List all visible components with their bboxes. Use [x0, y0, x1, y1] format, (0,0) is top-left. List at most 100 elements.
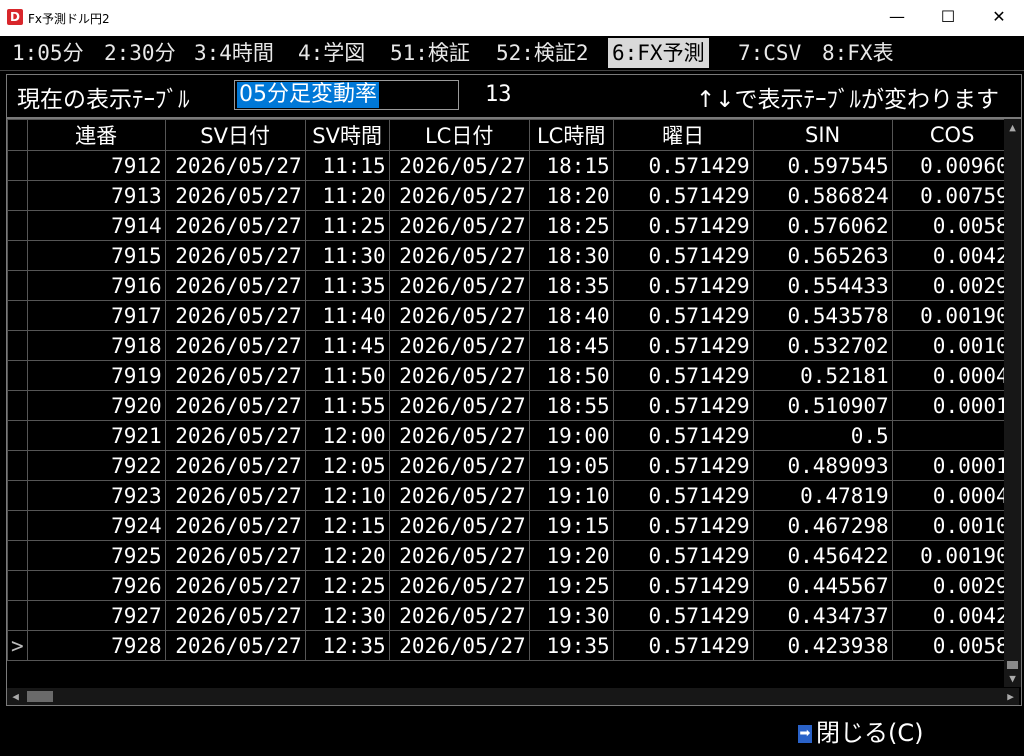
cell-sin[interactable]: 0.576062: [752, 210, 893, 241]
cell-lc-time[interactable]: 18:20: [528, 180, 614, 211]
cell-sv-time[interactable]: 11:40: [304, 300, 390, 331]
column-header-cos[interactable]: COS: [891, 119, 1013, 151]
cell-cos[interactable]: 0.0058: [891, 630, 1013, 661]
cell-weekday[interactable]: 0.571429: [612, 210, 754, 241]
tab-verify2[interactable]: 52:検証2: [492, 38, 593, 68]
cell-cos[interactable]: 0.00190: [891, 540, 1013, 571]
cell-lc-time[interactable]: 18:50: [528, 360, 614, 391]
table-row[interactable]: 7919 2026/05/27 11:50 2026/05/27 18:50 0.5714…: [7, 360, 1013, 391]
column-header-sv-time[interactable]: SV時間: [304, 119, 390, 151]
cell-serial[interactable]: 7923: [26, 480, 166, 511]
cell-sv-time[interactable]: 11:20: [304, 180, 390, 211]
maximize-button[interactable]: ☐: [925, 0, 971, 36]
cell-cos[interactable]: 0.0058: [891, 210, 1013, 241]
cell-cos[interactable]: 0.0001: [891, 450, 1013, 481]
cell-lc-time[interactable]: 18:40: [528, 300, 614, 331]
cell-sv-time[interactable]: 11:25: [304, 210, 390, 241]
cell-lc-time[interactable]: 19:35: [528, 630, 614, 661]
cell-serial[interactable]: 7919: [26, 360, 166, 391]
cell-weekday[interactable]: 0.571429: [612, 540, 754, 571]
cell-sin[interactable]: 0.510907: [752, 390, 893, 421]
cell-weekday[interactable]: 0.571429: [612, 300, 754, 331]
table-row[interactable]: 7913 2026/05/27 11:20 2026/05/27 18:20 0.5714…: [7, 180, 1013, 211]
cell-sin[interactable]: 0.597545: [752, 150, 893, 181]
cell-lc-date[interactable]: 2026/05/27: [388, 540, 530, 571]
cell-sin[interactable]: 0.445567: [752, 570, 893, 601]
cell-lc-time[interactable]: 18:25: [528, 210, 614, 241]
cell-lc-date[interactable]: 2026/05/27: [388, 390, 530, 421]
cell-lc-date[interactable]: 2026/05/27: [388, 450, 530, 481]
tab-csv[interactable]: 7:CSV: [734, 38, 805, 68]
horizontal-scrollbar[interactable]: ◀ ▶: [7, 688, 1019, 705]
cell-weekday[interactable]: 0.571429: [612, 240, 754, 271]
cell-cos[interactable]: 0.0001: [891, 390, 1013, 421]
cell-sv-time[interactable]: 12:10: [304, 480, 390, 511]
table-row[interactable]: 7918 2026/05/27 11:45 2026/05/27 18:45 0.5714…: [7, 330, 1013, 361]
cell-lc-date[interactable]: 2026/05/27: [388, 360, 530, 391]
cell-sv-date[interactable]: 2026/05/27: [164, 360, 306, 391]
cell-lc-time[interactable]: 19:20: [528, 540, 614, 571]
data-grid[interactable]: 連番 SV日付 SV時間 LC日付 LC時間 曜日 SIN COS 7912 20…: [6, 118, 1022, 706]
cell-lc-date[interactable]: 2026/05/27: [388, 570, 530, 601]
cell-lc-time[interactable]: 19:30: [528, 600, 614, 631]
cell-serial[interactable]: 7926: [26, 570, 166, 601]
cell-serial[interactable]: 7922: [26, 450, 166, 481]
table-row[interactable]: 7920 2026/05/27 11:55 2026/05/27 18:55 0.5714…: [7, 390, 1013, 421]
cell-serial[interactable]: 7928: [26, 630, 166, 661]
cell-sv-date[interactable]: 2026/05/27: [164, 150, 306, 181]
cell-cos[interactable]: [891, 420, 1013, 451]
cell-sin[interactable]: 0.565263: [752, 240, 893, 271]
cell-sv-time[interactable]: 11:30: [304, 240, 390, 271]
row-header[interactable]: [7, 570, 28, 601]
row-header[interactable]: [7, 210, 28, 241]
cell-cos[interactable]: 0.0010: [891, 330, 1013, 361]
cell-sv-time[interactable]: 11:50: [304, 360, 390, 391]
cell-weekday[interactable]: 0.571429: [612, 390, 754, 421]
cell-lc-date[interactable]: 2026/05/27: [388, 330, 530, 361]
tab-fx-table[interactable]: 8:FX表: [818, 38, 898, 68]
cell-weekday[interactable]: 0.571429: [612, 180, 754, 211]
cell-weekday[interactable]: 0.571429: [612, 150, 754, 181]
row-header[interactable]: [7, 480, 28, 511]
cell-sv-date[interactable]: 2026/05/27: [164, 330, 306, 361]
cell-serial[interactable]: 7921: [26, 420, 166, 451]
cell-sv-date[interactable]: 2026/05/27: [164, 570, 306, 601]
cell-sin[interactable]: 0.5: [752, 420, 893, 451]
cell-sv-time[interactable]: 12:20: [304, 540, 390, 571]
cell-sin[interactable]: 0.586824: [752, 180, 893, 211]
cell-sv-date[interactable]: 2026/05/27: [164, 240, 306, 271]
cell-sv-time[interactable]: 12:15: [304, 510, 390, 541]
cell-sin[interactable]: 0.52181: [752, 360, 893, 391]
cell-sv-date[interactable]: 2026/05/27: [164, 480, 306, 511]
cell-weekday[interactable]: 0.571429: [612, 480, 754, 511]
cell-weekday[interactable]: 0.571429: [612, 600, 754, 631]
cell-sv-date[interactable]: 2026/05/27: [164, 180, 306, 211]
table-row[interactable]: 7916 2026/05/27 11:35 2026/05/27 18:35 0.5714…: [7, 270, 1013, 301]
cell-sv-time[interactable]: 11:55: [304, 390, 390, 421]
cell-sin[interactable]: 0.543578: [752, 300, 893, 331]
row-header[interactable]: [7, 390, 28, 421]
tab-05min[interactable]: 1:05分: [8, 38, 88, 68]
scroll-right-icon[interactable]: ▶: [1002, 688, 1019, 705]
tab-verify[interactable]: 51:検証: [386, 38, 474, 68]
cell-cos[interactable]: 0.00190: [891, 300, 1013, 331]
cell-weekday[interactable]: 0.571429: [612, 330, 754, 361]
cell-weekday[interactable]: 0.571429: [612, 450, 754, 481]
row-header[interactable]: >: [7, 630, 28, 661]
close-button[interactable]: ➡ 閉じる(C): [798, 716, 923, 750]
table-name-input[interactable]: 05分足変動率: [234, 80, 459, 110]
cell-sv-date[interactable]: 2026/05/27: [164, 210, 306, 241]
cell-serial[interactable]: 7914: [26, 210, 166, 241]
cell-lc-date[interactable]: 2026/05/27: [388, 210, 530, 241]
cell-sv-time[interactable]: 12:30: [304, 600, 390, 631]
cell-weekday[interactable]: 0.571429: [612, 510, 754, 541]
cell-lc-date[interactable]: 2026/05/27: [388, 630, 530, 661]
cell-serial[interactable]: 7916: [26, 270, 166, 301]
cell-sv-date[interactable]: 2026/05/27: [164, 450, 306, 481]
cell-lc-time[interactable]: 19:05: [528, 450, 614, 481]
minimize-button[interactable]: —: [874, 0, 920, 36]
cell-cos[interactable]: 0.00759: [891, 180, 1013, 211]
column-header-lc-time[interactable]: LC時間: [528, 119, 614, 151]
row-header[interactable]: [7, 240, 28, 271]
cell-sv-time[interactable]: 11:45: [304, 330, 390, 361]
